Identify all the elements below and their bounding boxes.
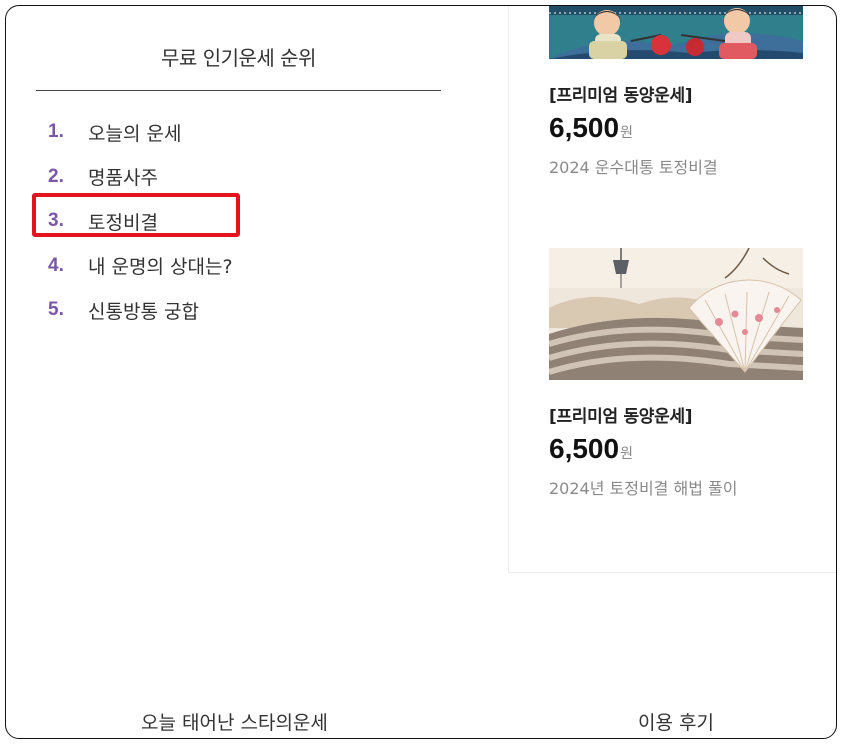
highlight-annotation-box	[32, 193, 240, 237]
roof-fan-illustration	[549, 248, 803, 380]
price-unit: 원	[620, 124, 633, 140]
product-description: 2024 운수대통 토정비결	[549, 158, 718, 177]
ranking-number: 5.	[48, 299, 64, 321]
price-amount: 6,500	[549, 112, 620, 143]
price-unit: 원	[620, 445, 633, 461]
nav-star-fortune-label: 오늘 태어난 스타의운세	[141, 712, 328, 734]
product-card-1[interactable]: [프리미엄 동양운세] 6,500원 2024 운수대통 토정비결	[549, 6, 803, 178]
price-amount: 6,500	[549, 433, 620, 464]
nav-reviews-label: 이용 후기	[638, 712, 714, 734]
product-description: 2024년 토정비결 해법 풀이	[549, 479, 738, 498]
products-column: [프리미엄 동양운세] 6,500원 2024 운수대통 토정비결 [프리미엄 …	[508, 6, 836, 573]
ranking-divider	[36, 90, 441, 91]
product-category: [프리미엄 동양운세]	[549, 407, 693, 427]
ranking-label: 신통방통 궁합	[88, 300, 199, 323]
ranking-label: 오늘의 운세	[88, 122, 182, 145]
product-price: 6,500원	[549, 433, 803, 465]
lanterns-illustration	[549, 6, 803, 59]
page-frame: 무료 인기운세 순위 1. 오늘의 운세 2. 명품사주 3. 토정비결 4. …	[5, 5, 837, 739]
nav-star-fortune[interactable]: 오늘 태어난 스타의운세	[141, 708, 328, 735]
product-price: 6,500원	[549, 112, 803, 144]
ranking-item-4[interactable]: 4. 내 운명의 상대는?	[48, 244, 233, 289]
ranking-label: 내 운명의 상대는?	[88, 256, 233, 279]
ranking-title: 무료 인기운세 순위	[161, 46, 316, 70]
product-card-2[interactable]: [프리미엄 동양운세] 6,500원 2024년 토정비결 해법 풀이	[549, 248, 803, 499]
nav-reviews[interactable]: 이용 후기	[638, 708, 714, 735]
ranking-number: 1.	[48, 121, 64, 143]
ranking-item-1[interactable]: 1. 오늘의 운세	[48, 110, 233, 155]
ranking-label: 명품사주	[88, 167, 158, 190]
ranking-number: 2.	[48, 165, 64, 187]
product-image-fan-roof[interactable]	[549, 248, 803, 380]
ranking-number: 4.	[48, 254, 64, 276]
product-image-lanterns[interactable]	[549, 6, 803, 59]
ranking-item-5[interactable]: 5. 신통방통 궁합	[48, 288, 233, 333]
product-category: [프리미엄 동양운세]	[549, 86, 693, 106]
